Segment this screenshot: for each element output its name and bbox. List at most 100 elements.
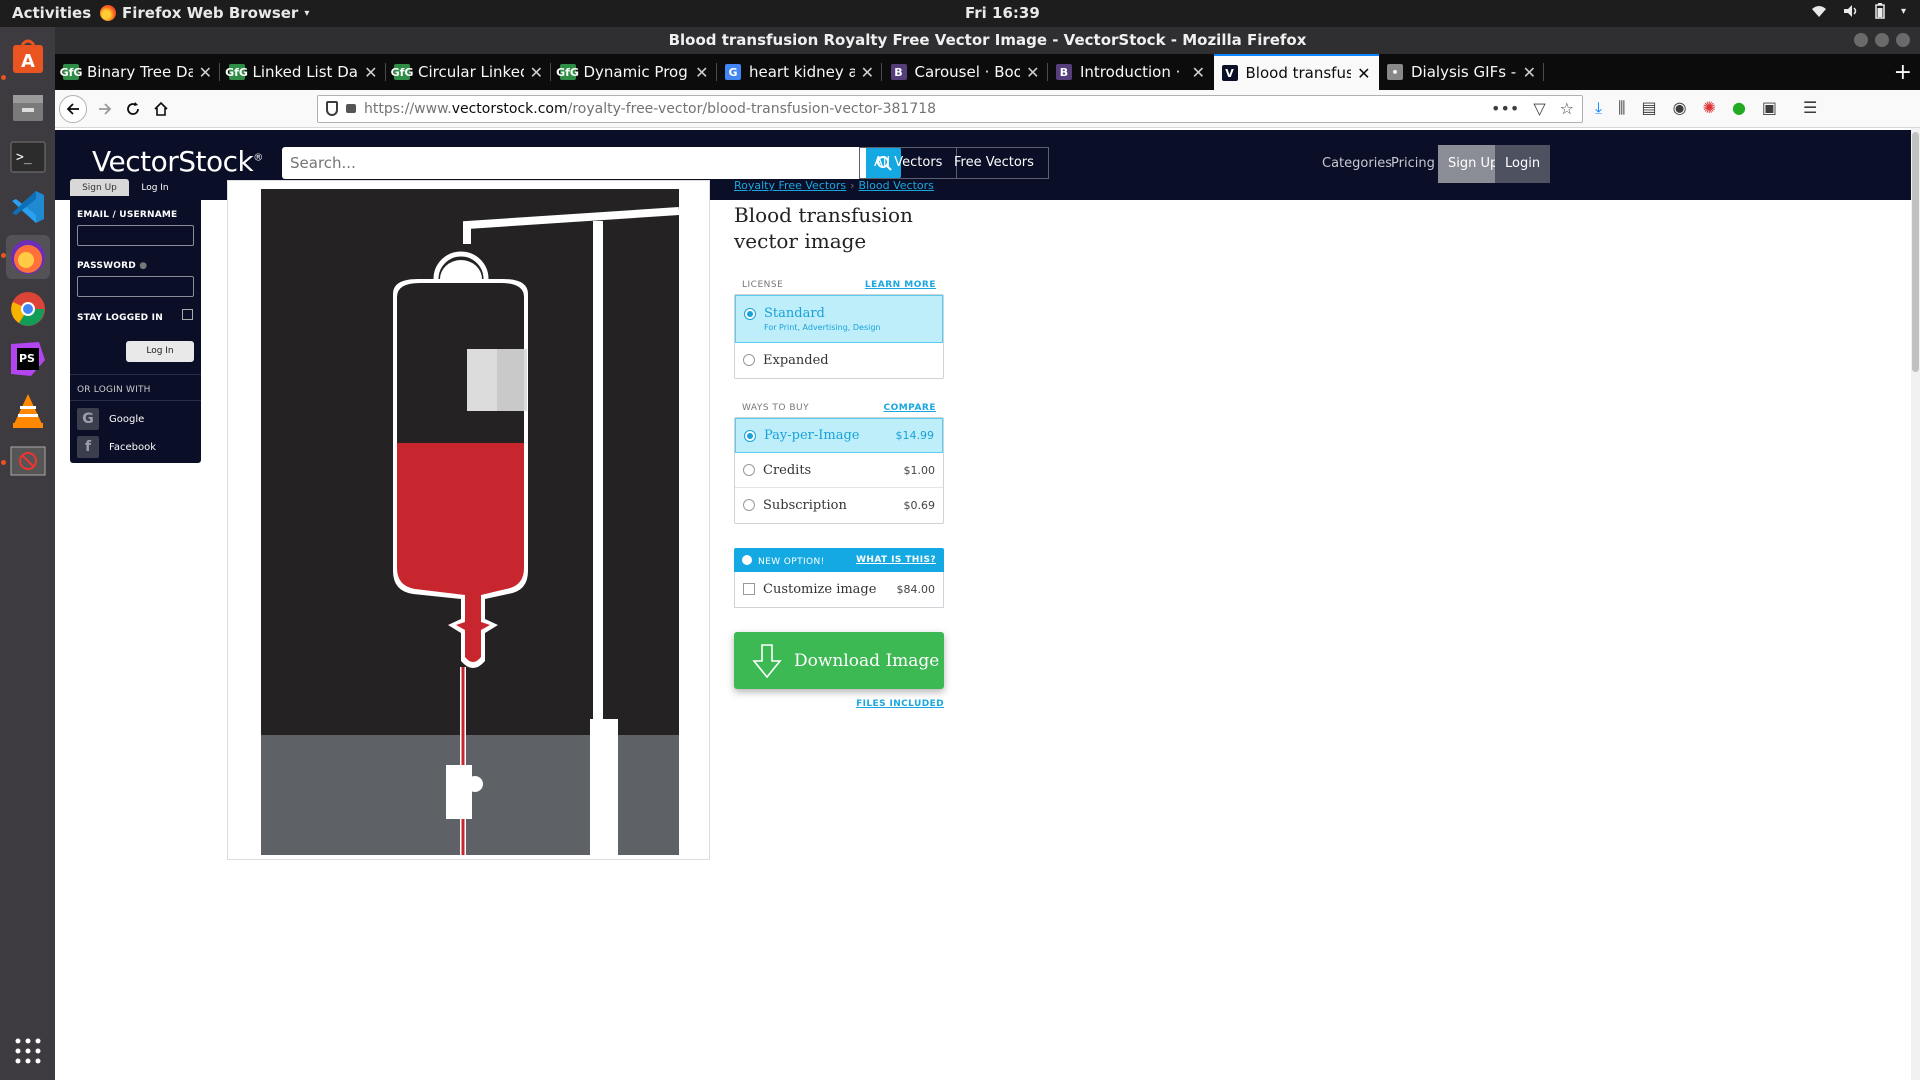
scrollbar-thumb[interactable] bbox=[1912, 132, 1919, 372]
tab-close-icon[interactable]: ✕ bbox=[1192, 63, 1205, 82]
home-button[interactable] bbox=[147, 95, 175, 123]
browser-tab[interactable]: B Carousel · Bootstrap ✕ bbox=[883, 54, 1048, 90]
tab-close-icon[interactable]: ✕ bbox=[695, 63, 708, 82]
tab-close-icon[interactable]: ✕ bbox=[861, 63, 874, 82]
account-icon[interactable]: ◉ bbox=[1673, 98, 1687, 118]
browser-tab[interactable]: GfGBinary Tree Data Stru ✕ bbox=[55, 54, 220, 90]
files-launcher[interactable] bbox=[6, 85, 50, 129]
extension-icon[interactable]: ▣ bbox=[1762, 98, 1777, 118]
search-input[interactable] bbox=[282, 147, 866, 179]
customize-checkbox[interactable] bbox=[743, 583, 755, 595]
radio-credits[interactable] bbox=[743, 464, 755, 476]
pricing-link[interactable]: Pricing bbox=[1391, 156, 1435, 171]
menu-icon[interactable]: ☰ bbox=[1803, 98, 1817, 118]
login-button[interactable]: Login bbox=[1495, 145, 1551, 183]
free-vectors-button[interactable]: Free Vectors bbox=[940, 147, 1049, 179]
back-button[interactable] bbox=[59, 95, 87, 123]
license-standard-option[interactable]: Standard For Print, Advertising, Design bbox=[735, 295, 943, 343]
facebook-login-button[interactable]: f Facebook bbox=[77, 436, 156, 458]
vlc-launcher[interactable] bbox=[6, 389, 50, 433]
radio-subscription[interactable] bbox=[743, 499, 755, 511]
close-window-button[interactable] bbox=[1896, 33, 1910, 47]
tab-close-icon[interactable]: ✕ bbox=[364, 63, 377, 82]
browser-tab[interactable]: V Blood transfusion Ro ✕ bbox=[1213, 54, 1379, 90]
tab-close-icon[interactable]: ✕ bbox=[199, 63, 212, 82]
browser-tab[interactable]: Gheart kidney animatio ✕ bbox=[717, 54, 882, 90]
google-login-button[interactable]: G Google bbox=[77, 408, 144, 430]
bookmark-star-icon[interactable]: ☆ bbox=[1560, 96, 1574, 122]
lock-icon[interactable] bbox=[346, 104, 356, 113]
breadcrumb-royalty-free-vectors[interactable]: Royalty Free Vectors bbox=[734, 179, 846, 192]
radio-pay-per-image[interactable] bbox=[744, 430, 756, 442]
chrome-launcher[interactable] bbox=[6, 287, 50, 331]
radio-expanded[interactable] bbox=[743, 354, 755, 366]
downloads-icon[interactable]: ⤓ bbox=[1595, 98, 1602, 118]
window-titlebar: Blood transfusion Royalty Free Vector Im… bbox=[55, 27, 1920, 54]
arrow-right-icon bbox=[99, 103, 112, 115]
system-tray[interactable]: ▾ bbox=[1811, 3, 1906, 19]
password-field[interactable] bbox=[77, 276, 194, 297]
tab-close-icon[interactable]: ✕ bbox=[1357, 64, 1370, 83]
activities-button[interactable]: Activities bbox=[12, 4, 91, 22]
tab-signup[interactable]: Sign Up bbox=[70, 179, 129, 197]
files-included-link[interactable]: FILES INCLUDED bbox=[734, 699, 944, 709]
subscription-option[interactable]: Subscription $0.69 bbox=[735, 488, 943, 523]
terminal-launcher[interactable]: >_ bbox=[6, 135, 50, 179]
browser-tab[interactable]: GfGCircular Linked List | S ✕ bbox=[386, 54, 551, 90]
url-text[interactable]: https://www.vectorstock.com/royalty-free… bbox=[364, 96, 936, 122]
pay-per-image-option[interactable]: Pay-per-Image $14.99 bbox=[735, 418, 943, 453]
tab-close-icon[interactable]: ✕ bbox=[1026, 63, 1039, 82]
page-scrollbar[interactable] bbox=[1911, 128, 1920, 1080]
forward-button[interactable] bbox=[91, 95, 119, 123]
breadcrumb-blood-vectors[interactable]: Blood Vectors bbox=[859, 179, 934, 192]
browser-tab[interactable]: B Introduction · Bootstr ✕ bbox=[1048, 54, 1213, 90]
minimize-button[interactable] bbox=[1854, 33, 1868, 47]
standard-label-group: Standard For Print, Advertising, Design bbox=[764, 306, 881, 332]
learn-more-link[interactable]: LEARN MORE bbox=[865, 280, 936, 290]
pocket-icon[interactable]: ▽ bbox=[1533, 96, 1545, 122]
show-applications-button[interactable] bbox=[6, 1029, 50, 1073]
green-extension-icon[interactable]: ● bbox=[1732, 98, 1746, 118]
new-tab-button[interactable]: + bbox=[1894, 60, 1912, 85]
terminal-icon: >_ bbox=[10, 141, 46, 173]
credits-option[interactable]: Credits $1.00 bbox=[735, 453, 943, 488]
email-field[interactable] bbox=[77, 225, 194, 246]
tab-login[interactable]: Log In bbox=[129, 179, 181, 197]
categories-link[interactable]: Categories bbox=[1322, 156, 1392, 171]
unknown-app-launcher[interactable] bbox=[6, 439, 50, 483]
customize-image-option[interactable]: Customize image $84.00 bbox=[734, 572, 944, 608]
page-actions-icon[interactable]: ••• bbox=[1491, 96, 1519, 122]
tab-favicon-icon: GfG bbox=[225, 64, 248, 80]
phpstorm-launcher[interactable]: PS bbox=[6, 337, 50, 381]
colorful-extension-icon[interactable]: ✺ bbox=[1703, 98, 1716, 118]
app-menu[interactable]: Firefox Web Browser ▾ bbox=[100, 4, 309, 22]
standard-sub-label: For Print, Advertising, Design bbox=[764, 323, 881, 332]
stay-logged-in-checkbox[interactable] bbox=[182, 309, 193, 320]
url-bar[interactable]: https://www.vectorstock.com/royalty-free… bbox=[317, 95, 1583, 123]
site-logo[interactable]: VectorStock® bbox=[92, 145, 263, 178]
radio-standard[interactable] bbox=[744, 308, 756, 320]
email-label: EMAIL / USERNAME bbox=[77, 210, 178, 220]
login-submit-button[interactable]: Log In bbox=[126, 341, 194, 362]
maximize-button[interactable] bbox=[1875, 33, 1889, 47]
tracking-protection-icon[interactable] bbox=[326, 101, 338, 116]
download-image-button[interactable]: Download Image bbox=[734, 632, 944, 689]
browser-tab[interactable]: GfGLinked List Data Struc ✕ bbox=[221, 54, 386, 90]
product-image-frame[interactable] bbox=[227, 180, 710, 860]
library-icon[interactable]: ⫼ bbox=[1618, 98, 1625, 118]
files-icon bbox=[13, 95, 43, 121]
tab-close-icon[interactable]: ✕ bbox=[1523, 63, 1536, 82]
tab-close-icon[interactable]: ✕ bbox=[530, 63, 543, 82]
license-expanded-option[interactable]: Expanded bbox=[735, 343, 943, 378]
browser-tab[interactable]: • Dialysis GIFs - Find & ✕ bbox=[1379, 54, 1544, 90]
browser-tab[interactable]: GfGDynamic Programmin ✕ bbox=[552, 54, 717, 90]
subscription-label: Subscription bbox=[763, 498, 847, 513]
what-is-this-link[interactable]: WHAT IS THIS? bbox=[856, 555, 936, 565]
firefox-launcher[interactable] bbox=[6, 235, 50, 279]
compare-link[interactable]: COMPARE bbox=[883, 403, 936, 413]
reload-button[interactable] bbox=[119, 95, 147, 123]
clock[interactable]: Fri 16:39 bbox=[965, 4, 1040, 22]
sidebar-icon[interactable]: ▤ bbox=[1641, 98, 1656, 118]
ubuntu-software-launcher[interactable]: A bbox=[6, 35, 50, 79]
vscode-launcher[interactable] bbox=[6, 185, 50, 229]
